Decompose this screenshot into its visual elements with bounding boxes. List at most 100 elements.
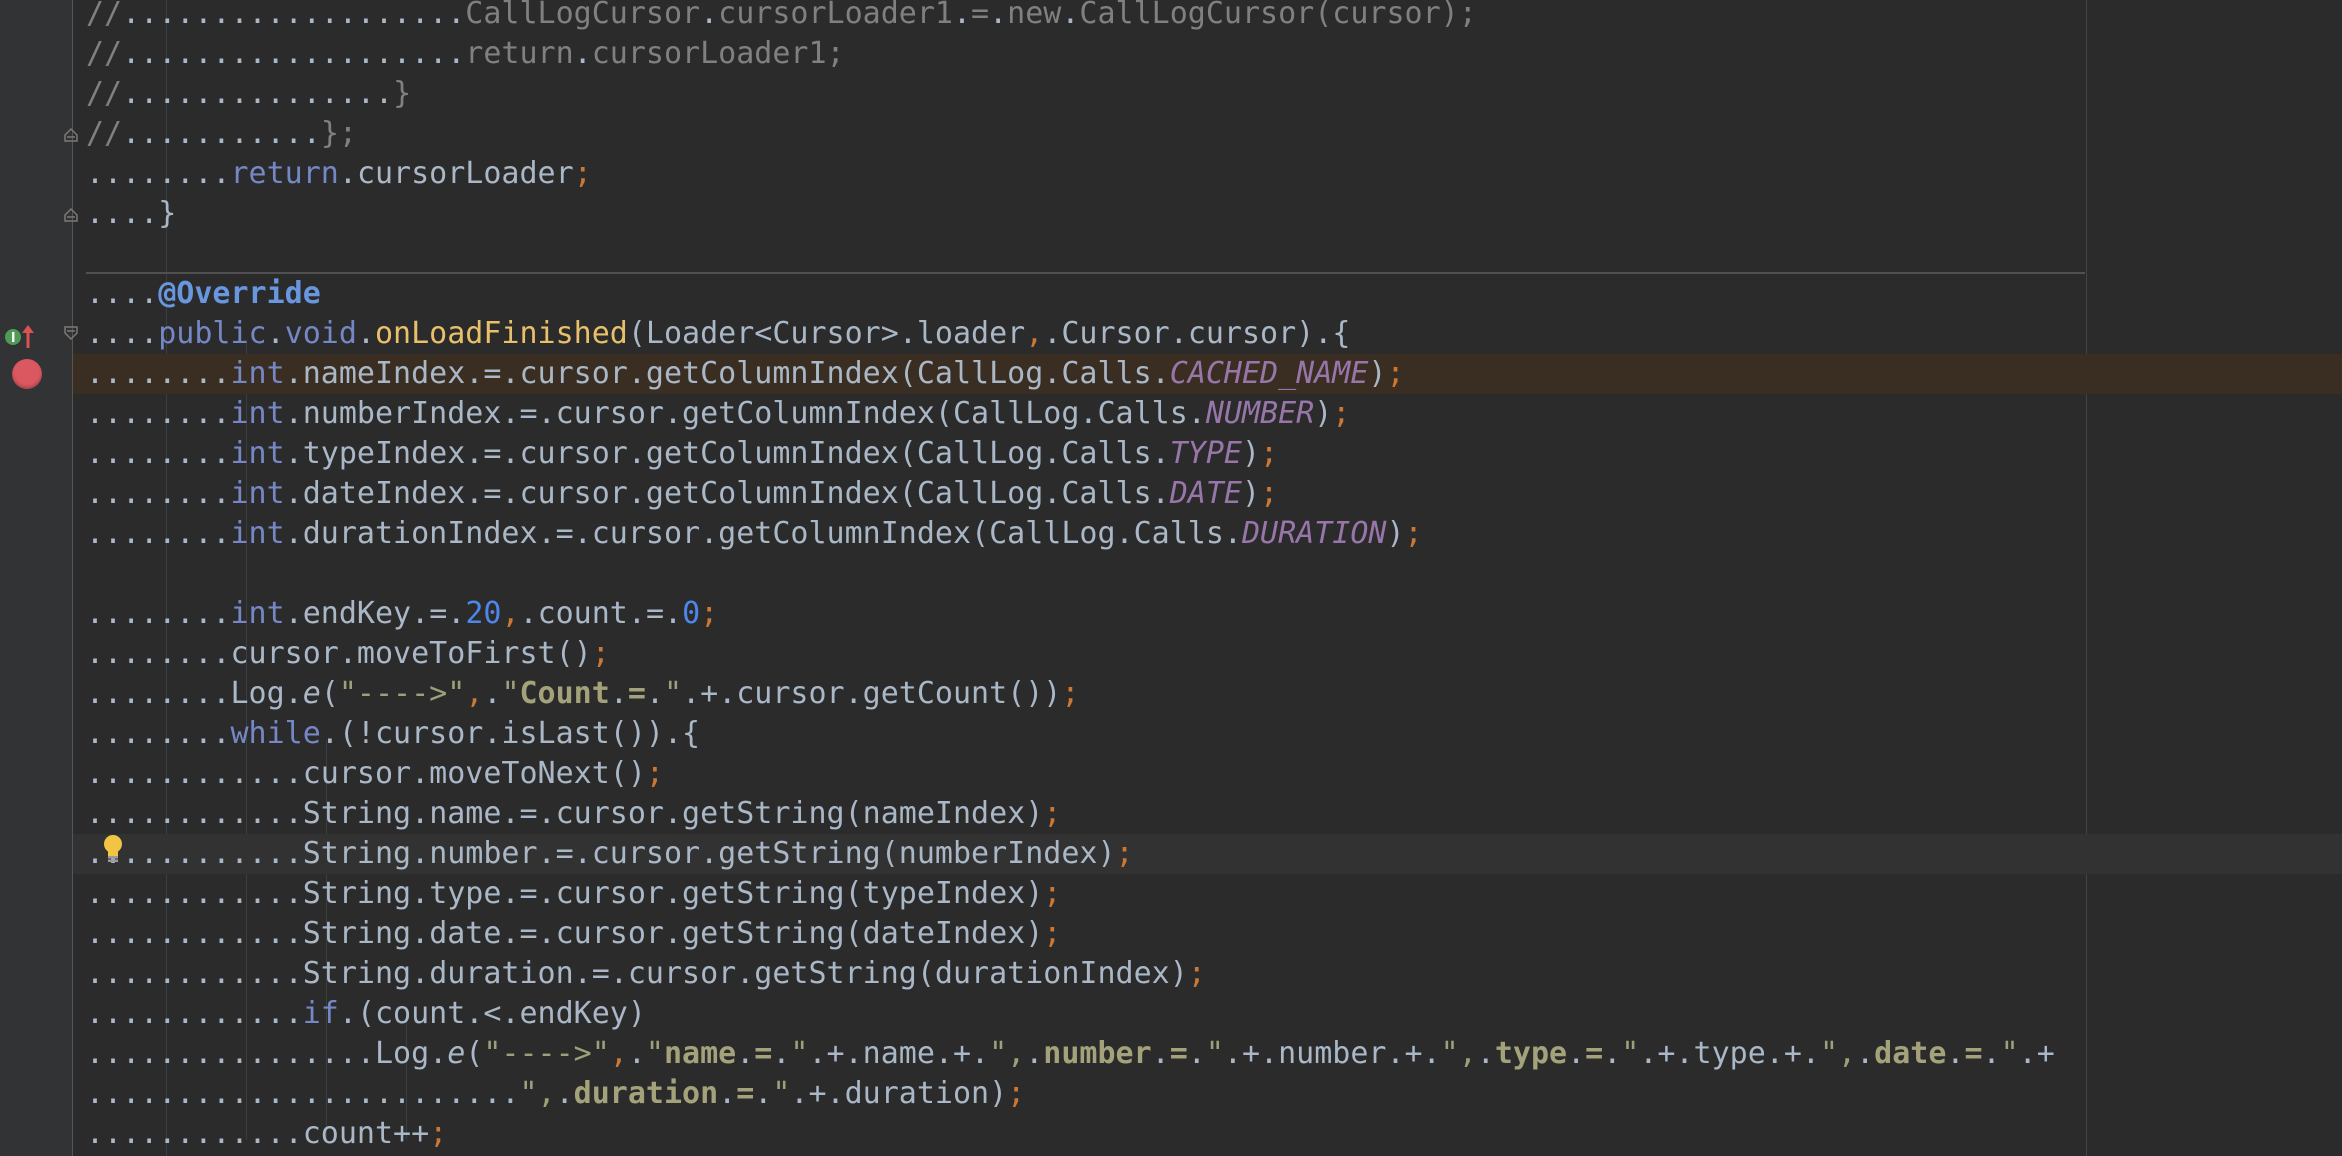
right-margin-guide	[2086, 0, 2087, 1156]
code-token: "	[1621, 1036, 1640, 1071]
code-token: =	[483, 476, 502, 511]
code-token: ;	[1043, 876, 1062, 911]
implements-method-icon[interactable]	[3, 322, 35, 350]
code-token: +	[808, 1076, 827, 1111]
code-token: cursor.getColumnIndex(CallLog.Calls.	[555, 396, 1206, 431]
code-token: "---->"	[338, 676, 466, 711]
code-token: ;	[1386, 356, 1405, 391]
code-line[interactable]: ............String.type.=.cursor.getStri…	[86, 874, 1061, 914]
code-line[interactable]: //...........};	[86, 114, 357, 154]
code-line[interactable]: ........int.durationIndex.=.cursor.getCo…	[86, 514, 1423, 554]
editor-gutter[interactable]	[0, 0, 72, 1156]
code-token: )	[1241, 436, 1261, 471]
code-token: cursorLoader	[356, 156, 574, 191]
whitespace-marker: .	[1386, 1036, 1405, 1071]
code-line[interactable]: ............count++;	[86, 1114, 447, 1154]
code-token: +	[1657, 1036, 1676, 1071]
code-line[interactable]: ............String.duration.=.cursor.get…	[86, 954, 1206, 994]
code-line[interactable]: ........return.cursorLoader;	[86, 154, 592, 194]
code-line[interactable]: ................Log.e("---->",."name.=."…	[86, 1034, 2055, 1074]
code-token: ",	[989, 1036, 1026, 1071]
code-token: ,	[501, 596, 520, 631]
code-line[interactable]: ....public.void.onLoadFinished(Loader<Cu…	[86, 314, 1350, 354]
whitespace-marker: .	[1314, 316, 1333, 351]
code-line[interactable]: ....}	[86, 194, 176, 234]
whitespace-marker: .	[447, 596, 466, 631]
code-token: DATE	[1169, 476, 1242, 511]
code-token: ;	[591, 636, 610, 671]
whitespace-marker: .	[284, 436, 303, 471]
whitespace-marker: .	[1061, 0, 1080, 31]
code-token: ;	[1061, 676, 1080, 711]
code-line[interactable]: //...................CallLogCursor.curso…	[86, 0, 1477, 34]
fold-marker-icon[interactable]	[62, 125, 80, 143]
code-token: type	[429, 876, 502, 911]
whitespace-marker: .	[537, 916, 556, 951]
code-line[interactable]: ....@Override	[86, 274, 321, 314]
whitespace-marker: .	[2018, 1036, 2037, 1071]
breakpoint-icon[interactable]	[12, 359, 42, 389]
code-line[interactable]: ........int.endKey.=.20,.count.=.0;	[86, 594, 718, 634]
gutter-separator	[72, 0, 73, 1156]
code-token: endKey	[302, 596, 412, 631]
code-line[interactable]: ........................",.duration.=.".…	[86, 1074, 1025, 1114]
code-line[interactable]: ............String.number.=.cursor.getSt…	[86, 834, 1134, 874]
whitespace-marker: .	[682, 676, 701, 711]
code-line[interactable]: ........cursor.moveToFirst();	[86, 634, 610, 674]
code-token: //	[86, 76, 123, 111]
code-token: (Loader<Cursor>	[627, 316, 899, 351]
code-token: @Override	[158, 276, 321, 311]
code-token: NUMBER	[1205, 396, 1315, 431]
whitespace-marker: .	[1801, 1036, 1820, 1071]
code-line[interactable]: ........int.nameIndex.=.cursor.getColumn…	[86, 354, 1405, 394]
code-line[interactable]: ........Log.e("---->",."Count.=.".+.curs…	[86, 674, 1079, 714]
code-token: Cursor	[1061, 316, 1170, 351]
code-token: int	[230, 436, 285, 471]
code-line[interactable]: ............cursor.moveToNext();	[86, 754, 664, 794]
code-token: count++	[302, 1116, 430, 1151]
whitespace-marker: ............	[86, 756, 303, 791]
whitespace-marker: ...........	[122, 116, 321, 151]
lightbulb-icon[interactable]	[100, 833, 126, 865]
fold-marker-icon[interactable]	[62, 325, 80, 343]
code-token: ;	[700, 596, 719, 631]
code-token: =	[555, 836, 574, 871]
code-token: {	[682, 716, 701, 751]
whitespace-marker: ........	[86, 396, 231, 431]
whitespace-marker: .	[501, 916, 520, 951]
code-token: int	[230, 356, 285, 391]
code-editor[interactable]: //...................CallLogCursor.curso…	[0, 0, 2342, 1156]
whitespace-marker: .	[501, 356, 520, 391]
code-line[interactable]: ........int.dateIndex.=.cursor.getColumn…	[86, 474, 1278, 514]
whitespace-marker: .	[754, 1076, 773, 1111]
whitespace-marker: .	[537, 796, 556, 831]
code-line[interactable]: ........int.numberIndex.=.cursor.getColu…	[86, 394, 1350, 434]
code-token: int	[230, 396, 285, 431]
code-line[interactable]: ........int.typeIndex.=.cursor.getColumn…	[86, 434, 1278, 474]
code-token: +	[1783, 1036, 1802, 1071]
code-line[interactable]: //...............}	[86, 74, 411, 114]
whitespace-marker: .	[284, 476, 303, 511]
whitespace-marker: .	[465, 476, 484, 511]
code-token: =	[736, 1076, 755, 1111]
code-line[interactable]: ............String.date.=.cursor.getStri…	[86, 914, 1061, 954]
code-token: =	[483, 436, 502, 471]
code-token: String	[302, 916, 412, 951]
whitespace-marker: .	[736, 1036, 755, 1071]
code-token: =	[627, 676, 646, 711]
code-token: duration)	[844, 1076, 1008, 1111]
code-line[interactable]: ........while.(!cursor.isLast()).{	[86, 714, 700, 754]
code-token: number	[1278, 1036, 1387, 1071]
code-line[interactable]: ............String.name.=.cursor.getStri…	[86, 794, 1061, 834]
code-line[interactable]: //...................return.cursorLoader…	[86, 34, 845, 74]
fold-marker-icon[interactable]	[62, 205, 80, 223]
code-token: cursor.getColumnIndex(CallLog.Calls.	[519, 476, 1170, 511]
code-token: <	[483, 996, 502, 1031]
code-token: (count	[356, 996, 466, 1031]
code-token: ;	[1260, 436, 1279, 471]
code-token: TYPE	[1169, 436, 1242, 471]
code-token: public	[158, 316, 267, 351]
code-token: "	[501, 676, 520, 711]
code-line[interactable]: ............if.(count.<.endKey)	[86, 994, 646, 1034]
code-token: =	[1585, 1036, 1604, 1071]
